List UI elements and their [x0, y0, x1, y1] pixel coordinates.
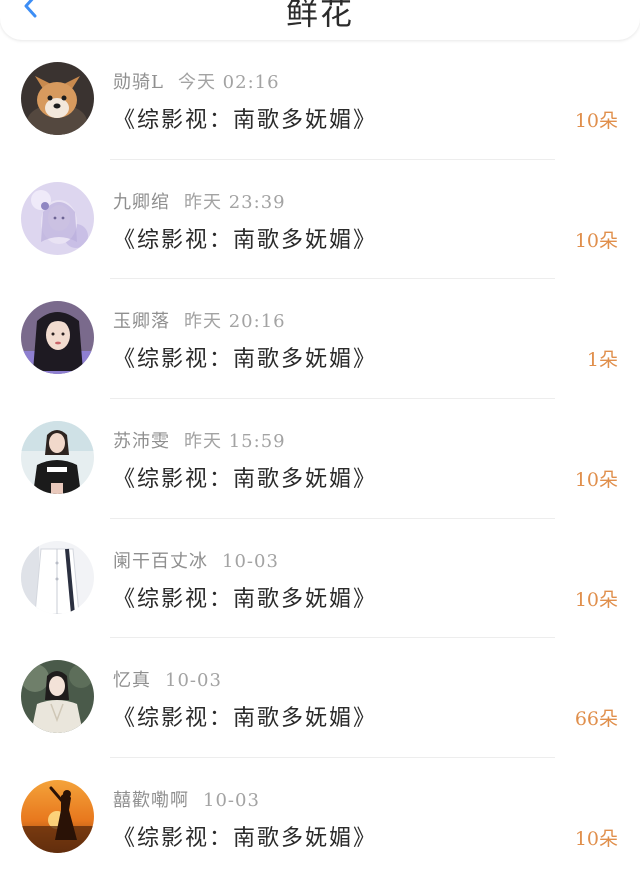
gift-time: 10-03: [222, 550, 279, 572]
list-item[interactable]: 阑干百丈冰 10-03 《综影视：南歌多妩媚》 10朵: [0, 519, 640, 639]
flower-count: 66朵: [574, 708, 618, 731]
list-item[interactable]: 玉卿落 昨天 20:16 《综影视：南歌多妩媚》 1朵: [0, 279, 640, 400]
sender-name[interactable]: 囍歡嘞啊: [113, 790, 189, 811]
sender-name[interactable]: 阑干百丈冰: [113, 551, 208, 572]
flower-count: 10朵: [574, 110, 618, 132]
list-item[interactable]: 囍歡嘞啊 10-03 《综影视：南歌多妩媚》 10朵: [0, 758, 640, 872]
flower-count: 10朵: [574, 229, 618, 252]
flower-count: 10朵: [574, 469, 618, 492]
sender-name[interactable]: 苏沛雯: [113, 431, 170, 452]
list-item[interactable]: 苏沛雯 昨天 15:59 《综影视：南歌多妩媚》 10朵: [0, 399, 640, 519]
gift-time: 今天 02:16: [177, 72, 280, 93]
book-title[interactable]: 《综影视：南歌多妩媚》: [113, 700, 377, 732]
sender-meta: 勋骑L 今天 02:16: [113, 68, 280, 94]
sender-meta: 阑干百丈冰 10-03: [113, 547, 279, 573]
flower-count: 10朵: [574, 588, 618, 611]
book-title[interactable]: 《综影视：南歌多妩媚》: [113, 341, 377, 373]
list-item[interactable]: 忆真 10-03 《综影视：南歌多妩媚》 66朵: [0, 638, 640, 759]
sunset-silhouette-avatar[interactable]: [21, 780, 94, 854]
book-title[interactable]: 《综影视：南歌多妩媚》: [113, 820, 377, 852]
gift-time: 昨天 23:39: [184, 191, 286, 213]
sender-meta: 玉卿落 昨天 20:16: [113, 307, 286, 333]
gift-time: 昨天 20:16: [184, 311, 286, 333]
sender-name[interactable]: 勋骑L: [113, 72, 164, 93]
flower-gift-list: 勋骑L 今天 02:16 《综影视：南歌多妩媚》 10朵 九卿绾 昨天 23:39 …: [0, 40, 640, 872]
list-item[interactable]: 九卿绾 昨天 23:39 《综影视：南歌多妩媚》 10朵: [0, 160, 640, 280]
book-title[interactable]: 《综影视：南歌多妩媚》: [113, 461, 377, 493]
book-title[interactable]: 《综影视：南歌多妩媚》: [113, 102, 377, 134]
book-title[interactable]: 《综影视：南歌多妩媚》: [113, 581, 377, 613]
corgi-dog-avatar[interactable]: [21, 62, 94, 135]
book-title[interactable]: 《综影视：南歌多妩媚》: [113, 222, 377, 254]
sender-name[interactable]: 九卿绾: [113, 192, 170, 213]
white-shirt-avatar[interactable]: [21, 540, 94, 614]
gift-time: 昨天 15:59: [184, 431, 286, 453]
sender-meta: 忆真 10-03: [113, 666, 222, 692]
sender-meta: 九卿绾 昨天 23:39: [113, 188, 286, 214]
top-navigation-bar: 鲜花: [0, 0, 640, 40]
page-title: 鲜花: [285, 0, 354, 32]
woman-portrait-avatar[interactable]: [21, 301, 94, 375]
flower-count: 1朵: [586, 349, 618, 372]
sender-name[interactable]: 忆真: [113, 670, 151, 691]
costume-girl-avatar[interactable]: [21, 660, 94, 734]
girl-black-tshirt-avatar[interactable]: [21, 421, 94, 495]
flower-count: 10朵: [574, 828, 618, 851]
gift-time: 10-03: [165, 670, 222, 692]
list-item[interactable]: 勋骑L 今天 02:16 《综影视：南歌多妩媚》 10朵: [0, 40, 640, 160]
sender-name[interactable]: 玉卿落: [113, 311, 170, 332]
gift-time: 10-03: [203, 790, 260, 812]
illustrated-girl-avatar[interactable]: [21, 181, 94, 255]
sender-meta: 囍歡嘞啊 10-03: [113, 786, 260, 812]
sender-meta: 苏沛雯 昨天 15:59: [113, 427, 286, 453]
